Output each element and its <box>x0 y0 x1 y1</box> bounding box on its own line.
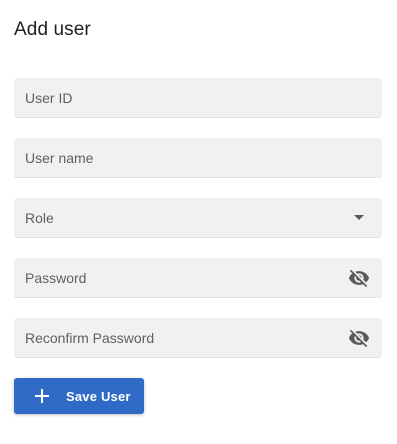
reconfirm-password-field[interactable]: Reconfirm Password <box>14 318 382 358</box>
user-name-field[interactable]: User name <box>14 138 382 178</box>
password-field[interactable]: Password <box>14 258 382 298</box>
role-label: Role <box>25 210 54 226</box>
role-select[interactable]: Role <box>14 198 382 238</box>
password-label: Password <box>25 270 87 286</box>
save-user-label: Save User <box>66 389 131 404</box>
user-name-label: User name <box>25 150 94 166</box>
chevron-down-icon[interactable] <box>354 215 364 220</box>
visibility-off-icon[interactable] <box>348 327 370 349</box>
save-user-button[interactable]: Save User <box>14 378 144 414</box>
add-user-page: Add user User ID User name Role Password… <box>0 0 397 444</box>
plus-icon <box>35 389 49 403</box>
user-id-field[interactable]: User ID <box>14 78 382 118</box>
user-id-label: User ID <box>25 90 73 106</box>
visibility-off-icon[interactable] <box>348 267 370 289</box>
reconfirm-password-label: Reconfirm Password <box>25 330 155 346</box>
page-title: Add user <box>14 19 91 40</box>
